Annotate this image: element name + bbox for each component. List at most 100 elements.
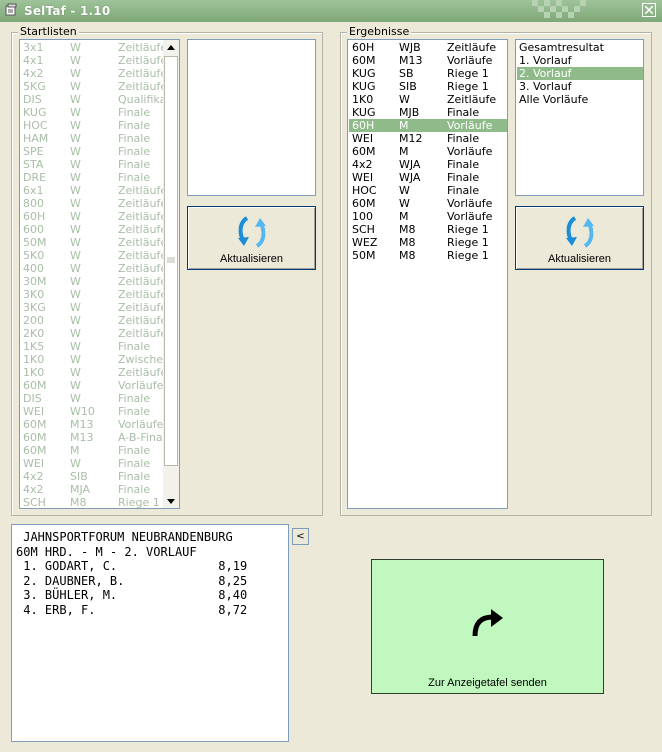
startlisten-row[interactable]: 3x1 W Zeitläufe bbox=[22, 41, 164, 54]
event-cell: 4x1 bbox=[23, 54, 44, 67]
ergebnisse-row[interactable]: 60H M Vorläufe bbox=[349, 119, 507, 132]
ergebnisse-list[interactable]: 60H WJB Zeitläufe 60M M13 Vorläufe KUG SB Riege … bbox=[347, 39, 508, 509]
ergebnisse-row[interactable]: WEZ M8 Riege 1 bbox=[349, 236, 507, 249]
ergebnisse-row[interactable]: 60M W Vorläufe bbox=[349, 197, 507, 210]
startlisten-row[interactable]: 400 W Zeitläufe bbox=[22, 262, 164, 275]
send-to-scoreboard-button[interactable]: Zur Anzeigetafel senden bbox=[371, 559, 604, 694]
run-item[interactable]: 3. Vorlauf bbox=[517, 80, 643, 93]
startlisten-row[interactable]: 5KG W Zeitläufe bbox=[22, 80, 164, 93]
run-item[interactable]: Gesamtresultat bbox=[517, 41, 643, 54]
event-cell: 60M bbox=[23, 418, 47, 431]
startlisten-scrollbar[interactable] bbox=[163, 40, 179, 508]
startlisten-detail-list[interactable] bbox=[187, 39, 316, 196]
startlisten-row[interactable]: 30M W Zeitläufe bbox=[22, 275, 164, 288]
event-cell: KUG bbox=[352, 80, 376, 93]
event-cell: KUG bbox=[23, 106, 47, 119]
class-cell: WJB bbox=[399, 41, 421, 54]
startlisten-row[interactable]: SPE W Finale bbox=[22, 145, 164, 158]
run-item[interactable]: 2. Vorlauf bbox=[517, 67, 643, 80]
ergebnisse-row[interactable]: KUG SIB Riege 1 bbox=[349, 80, 507, 93]
ergebnisse-row[interactable]: KUG MJB Finale bbox=[349, 106, 507, 119]
scroll-down-arrow[interactable] bbox=[163, 494, 179, 508]
class-cell: M bbox=[70, 444, 80, 457]
scroll-down-icon bbox=[167, 498, 175, 504]
startlisten-list[interactable]: 3x1 W Zeitläufe 4x1 W Zeitläufe 4x2 W Zeitläufe 5… bbox=[19, 39, 180, 509]
scroll-thumb[interactable] bbox=[164, 56, 178, 466]
ergebnisse-row[interactable]: WEI WJA Finale bbox=[349, 171, 507, 184]
startlisten-row[interactable]: KUG W Finale bbox=[22, 106, 164, 119]
ergebnisse-row[interactable]: 100 M Vorläufe bbox=[349, 210, 507, 223]
startlisten-row[interactable]: HAM W Finale bbox=[22, 132, 164, 145]
startlisten-row[interactable]: 60M W Vorläufe bbox=[22, 379, 164, 392]
ergebnisse-row[interactable]: 60M M13 Vorläufe bbox=[349, 54, 507, 67]
class-cell: SIB bbox=[70, 470, 88, 483]
startlisten-row[interactable]: DRE W Finale bbox=[22, 171, 164, 184]
ergebnisse-row[interactable]: SCH M8 Riege 1 bbox=[349, 223, 507, 236]
startlisten-row[interactable]: 4x2 MJA Finale bbox=[22, 483, 164, 496]
startlisten-row[interactable]: 4x2 SIB Finale bbox=[22, 470, 164, 483]
preview-line: 3. BÜHLER, M. 8,40 bbox=[16, 588, 248, 602]
startlisten-row[interactable]: 1K5 W Finale bbox=[22, 340, 164, 353]
startlisten-row[interactable]: WEI W Finale bbox=[22, 457, 164, 470]
startlisten-row[interactable]: 600 W Zeitläufe bbox=[22, 223, 164, 236]
startlisten-row[interactable]: 4x1 W Zeitläufe bbox=[22, 54, 164, 67]
startlisten-row[interactable]: 50M W Zeitläufe bbox=[22, 236, 164, 249]
startlisten-refresh-button[interactable]: Aktualisieren bbox=[187, 206, 316, 270]
round-cell: Zeitläufe bbox=[118, 223, 164, 236]
ergebnisse-refresh-button[interactable]: Aktualisieren bbox=[515, 206, 644, 270]
collapse-button[interactable]: < bbox=[292, 528, 309, 545]
startlisten-row[interactable]: 2K0 W Zeitläufe bbox=[22, 327, 164, 340]
ergebnisse-refresh-label: Aktualisieren bbox=[548, 253, 611, 265]
event-cell: DRE bbox=[23, 171, 47, 184]
startlisten-row[interactable]: 1K0 W Zeitläufe bbox=[22, 366, 164, 379]
startlisten-row[interactable]: 200 W Zeitläufe bbox=[22, 314, 164, 327]
startlisten-row[interactable]: WEI W10 Finale bbox=[22, 405, 164, 418]
scroll-up-arrow[interactable] bbox=[163, 40, 179, 54]
startlisten-row[interactable]: 60M M13 A-B-Finale bbox=[22, 431, 164, 444]
startlisten-row[interactable]: 5K0 W Zeitläufe bbox=[22, 249, 164, 262]
startlisten-row[interactable]: STA W Finale bbox=[22, 158, 164, 171]
startlisten-row[interactable]: 1K0 W Zwischen bbox=[22, 353, 164, 366]
class-cell: M12 bbox=[399, 132, 423, 145]
title-bar[interactable]: SelTaf - 1.10 bbox=[0, 0, 662, 22]
ergebnisse-row[interactable]: 60H WJB Zeitläufe bbox=[349, 41, 507, 54]
ergebnisse-row[interactable]: KUG SB Riege 1 bbox=[349, 67, 507, 80]
event-cell: KUG bbox=[352, 106, 376, 119]
startlisten-row[interactable]: 800 W Zeitläufe bbox=[22, 197, 164, 210]
round-cell: Finale bbox=[118, 106, 151, 119]
ergebnisse-row[interactable]: 4x2 WJA Finale bbox=[349, 158, 507, 171]
round-cell: Finale bbox=[118, 145, 151, 158]
ergebnisse-row[interactable]: WEI M12 Finale bbox=[349, 132, 507, 145]
ergebnisse-row[interactable]: 50M M8 Riege 1 bbox=[349, 249, 507, 262]
startlisten-row[interactable]: 60M M13 Vorläufe bbox=[22, 418, 164, 431]
class-cell: W bbox=[70, 132, 81, 145]
class-cell: W10 bbox=[70, 405, 95, 418]
event-cell: 800 bbox=[23, 197, 44, 210]
round-cell: Finale bbox=[447, 184, 480, 197]
round-cell: Zeitläufe bbox=[118, 197, 164, 210]
ergebnisse-row[interactable]: HOC W Finale bbox=[349, 184, 507, 197]
startlisten-row[interactable]: 3KG W Zeitläufe bbox=[22, 301, 164, 314]
startlisten-row[interactable]: 4x2 W Zeitläufe bbox=[22, 67, 164, 80]
event-cell: 4x2 bbox=[352, 158, 373, 171]
run-item[interactable]: Alle Vorläufe bbox=[517, 93, 643, 106]
class-cell: W bbox=[70, 314, 81, 327]
startlisten-row[interactable]: 60M M Finale bbox=[22, 444, 164, 457]
startlisten-row[interactable]: HOC W Finale bbox=[22, 119, 164, 132]
runs-list[interactable]: Gesamtresultat 1. Vorlauf 2. Vorlauf 3. Vor… bbox=[515, 39, 644, 196]
event-cell: 100 bbox=[352, 210, 373, 223]
startlisten-row[interactable]: SCH M8 Riege 1 bbox=[22, 496, 164, 508]
run-label: Gesamtresultat bbox=[519, 41, 604, 54]
startlisten-row[interactable]: DIS W Finale bbox=[22, 392, 164, 405]
startlisten-row[interactable]: DIS W Qualifikat bbox=[22, 93, 164, 106]
startlisten-row[interactable]: 60H W Zeitläufe bbox=[22, 210, 164, 223]
ergebnisse-row[interactable]: 1K0 W Zeitläufe bbox=[349, 93, 507, 106]
ergebnisse-row[interactable]: 60M M Vorläufe bbox=[349, 145, 507, 158]
close-button[interactable] bbox=[642, 3, 656, 17]
startlisten-row[interactable]: 6x1 W Zeitläufe bbox=[22, 184, 164, 197]
event-cell: 60H bbox=[23, 210, 46, 223]
startlisten-row[interactable]: 3K0 W Zeitläufe bbox=[22, 288, 164, 301]
class-cell: W bbox=[70, 93, 81, 106]
class-cell: W bbox=[70, 392, 81, 405]
run-item[interactable]: 1. Vorlauf bbox=[517, 54, 643, 67]
